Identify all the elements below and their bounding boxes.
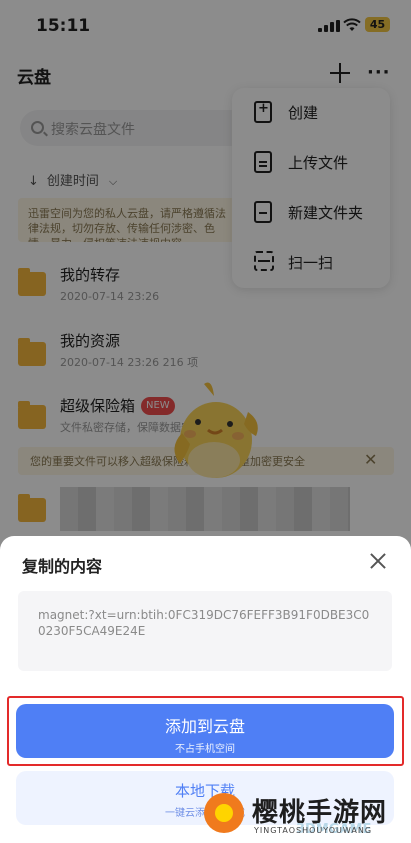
watermark: 樱桃手游网 3DMGAME YINGTAOSHOUYOUWANG <box>200 790 411 843</box>
watermark-logo-icon <box>204 793 244 833</box>
add-to-cloud-sub: 不占手机空间 <box>175 744 235 755</box>
copied-content: magnet:?xt=urn:btih:0FC319DC76FEFF3B91F0… <box>18 591 392 671</box>
add-to-cloud-button[interactable]: 添加到云盘 不占手机空间 <box>16 704 394 758</box>
close-icon[interactable] <box>367 550 389 572</box>
sheet-title: 复制的内容 <box>22 557 103 576</box>
watermark-sub: YINGTAOSHOUYOUWANG <box>254 826 373 835</box>
add-to-cloud-label: 添加到云盘 <box>164 717 245 736</box>
